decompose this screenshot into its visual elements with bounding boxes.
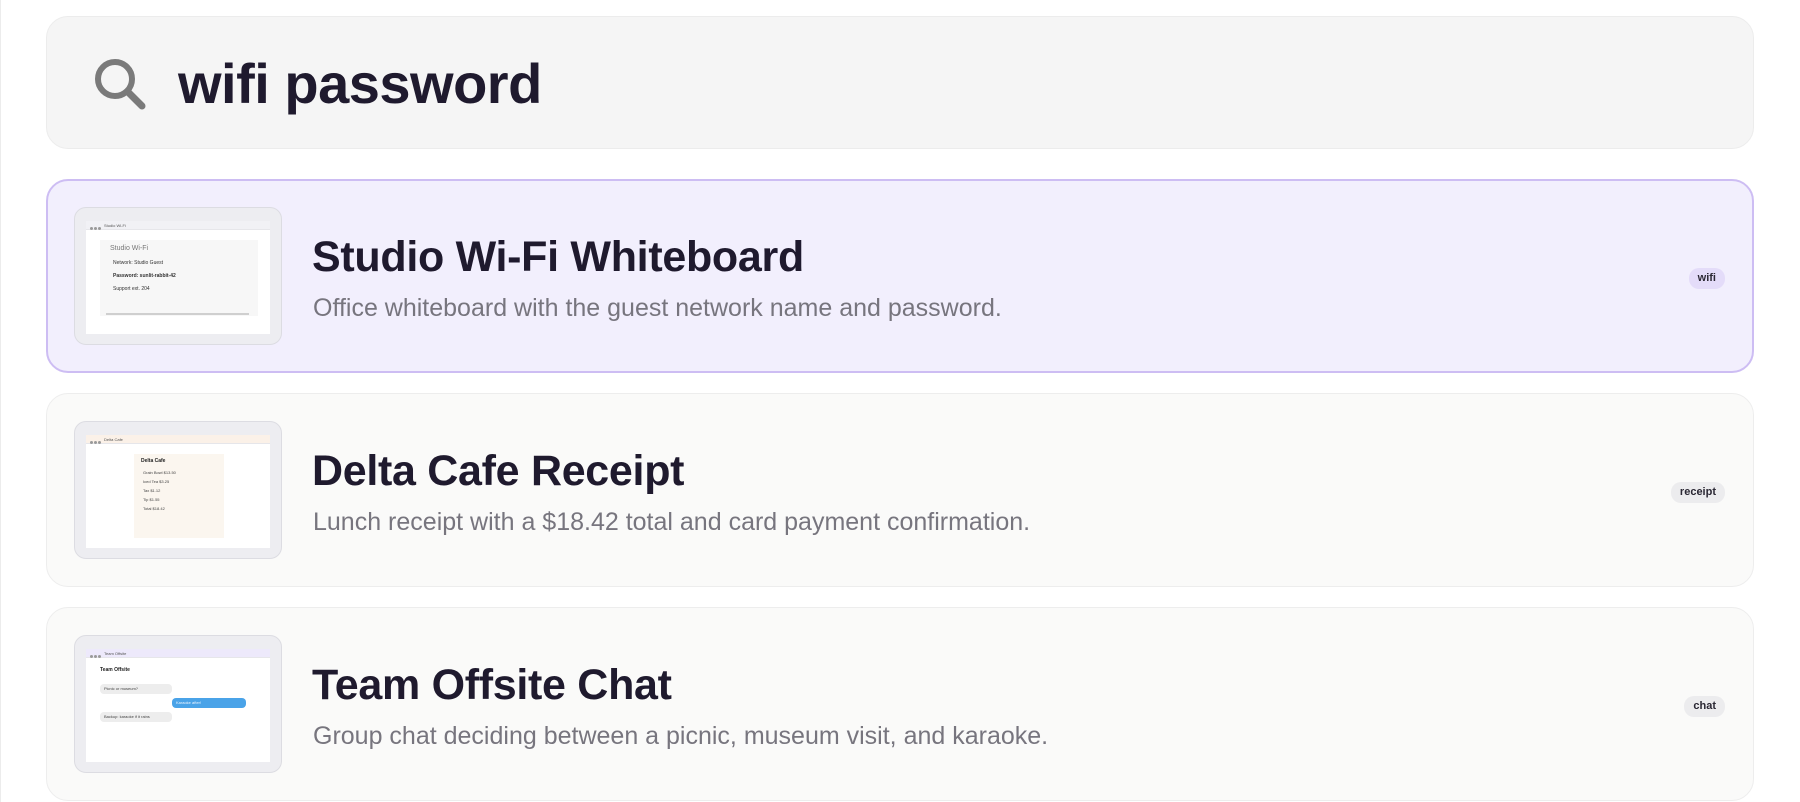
whiteboard-tray bbox=[106, 313, 249, 315]
chat-bubble-incoming: Backup: karaoke if it rains bbox=[100, 712, 172, 722]
result-thumbnail: Team Offsite Team Offsite Picnic or muse… bbox=[74, 635, 282, 773]
window-controls-icon bbox=[90, 224, 102, 230]
search-input[interactable]: wifi password bbox=[178, 48, 542, 120]
whiteboard-line: Password: sunlit-rabbit-42 bbox=[113, 273, 176, 279]
result-description: Office whiteboard with the guest network… bbox=[313, 294, 1002, 322]
receipt-paper bbox=[134, 454, 224, 538]
result-tag: wifi bbox=[1688, 268, 1725, 289]
receipt-line: Total $18.42 bbox=[143, 506, 165, 511]
result-thumbnail: Delta Cafe Delta Cafe Grain Bowl $13.50 … bbox=[74, 421, 282, 559]
result-title: Delta Cafe Receipt bbox=[312, 447, 685, 495]
thumbnail-window: Studio Wi-Fi Studio Wi-Fi Network: Studi… bbox=[86, 221, 270, 334]
window-controls-icon bbox=[90, 438, 102, 444]
chat-bubble-incoming: Picnic or museum? bbox=[100, 684, 172, 694]
thumbnail-titlebar: Team Offsite bbox=[86, 649, 270, 658]
receipt-line: Tip $1.55 bbox=[143, 497, 160, 502]
search-result[interactable]: Studio Wi-Fi Studio Wi-Fi Network: Studi… bbox=[46, 179, 1754, 373]
chat-heading: Team Offsite bbox=[100, 667, 130, 673]
window-edge bbox=[0, 0, 1, 802]
search-icon bbox=[95, 59, 146, 110]
result-tag: receipt bbox=[1670, 482, 1725, 503]
whiteboard-line: Support ext. 204 bbox=[113, 286, 150, 292]
whiteboard-line: Network: Studio Guest bbox=[113, 260, 164, 266]
receipt-line: Grain Bowl $13.50 bbox=[143, 470, 176, 475]
result-thumbnail: Studio Wi-Fi Studio Wi-Fi Network: Studi… bbox=[74, 207, 282, 345]
thumbnail-window: Team Offsite Team Offsite Picnic or muse… bbox=[86, 649, 270, 762]
thumbnail-window: Delta Cafe Delta Cafe Grain Bowl $13.50 … bbox=[86, 435, 270, 548]
whiteboard-heading: Studio Wi-Fi bbox=[110, 245, 149, 252]
result-tag: chat bbox=[1684, 696, 1725, 717]
search-result[interactable]: Team Offsite Team Offsite Picnic or muse… bbox=[46, 607, 1754, 801]
window-controls-icon bbox=[90, 652, 102, 658]
result-title: Team Offsite Chat bbox=[312, 661, 672, 709]
receipt-line: Iced Tea $3.25 bbox=[143, 479, 170, 484]
thumbnail-titlebar: Studio Wi-Fi bbox=[86, 221, 270, 230]
search-result[interactable]: Delta Cafe Delta Cafe Grain Bowl $13.50 … bbox=[46, 393, 1754, 587]
receipt-heading: Delta Cafe bbox=[141, 458, 166, 464]
thumbnail-window-title: Team Offsite bbox=[104, 651, 127, 656]
result-title: Studio Wi-Fi Whiteboard bbox=[312, 233, 804, 281]
result-description: Group chat deciding between a picnic, mu… bbox=[313, 722, 1049, 750]
chat-bubble-outgoing: Karaoke after! bbox=[172, 698, 246, 708]
thumbnail-titlebar: Delta Cafe bbox=[86, 435, 270, 444]
thumbnail-window-title: Studio Wi-Fi bbox=[104, 223, 126, 228]
thumbnail-window-title: Delta Cafe bbox=[104, 437, 123, 442]
receipt-line: Tax $1.12 bbox=[143, 488, 161, 493]
result-description: Lunch receipt with a $18.42 total and ca… bbox=[313, 508, 1031, 536]
